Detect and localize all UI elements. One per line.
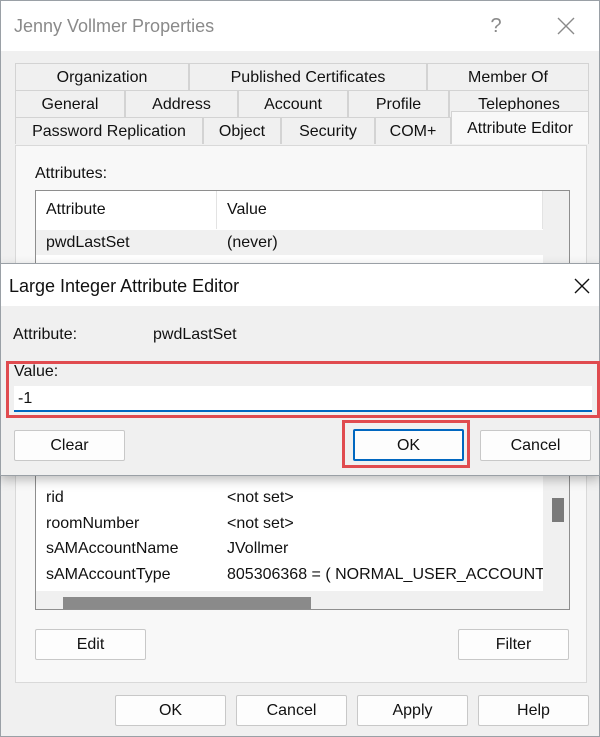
close-icon[interactable] <box>551 11 581 41</box>
filter-button[interactable]: Filter <box>458 629 569 660</box>
attribute-value: JVollmer <box>227 540 289 557</box>
attribute-value: 805306368 = ( NORMAL_USER_ACCOUNT <box>227 566 543 583</box>
attribute-name: pwdLastSet <box>46 234 130 251</box>
tab-attribute-editor[interactable]: Attribute Editor <box>451 111 589 144</box>
help-button[interactable]: Help <box>478 695 589 726</box>
attribute-name: roomNumber <box>46 515 140 532</box>
attributes-label: Attributes: <box>35 165 108 182</box>
tab-published-certificates[interactable]: Published Certificates <box>189 63 427 90</box>
tab-general[interactable]: General <box>15 90 125 117</box>
tab-com-plus[interactable]: COM+ <box>375 117 451 144</box>
help-icon[interactable]: ? <box>483 13 509 39</box>
attribute-name-value: pwdLastSet <box>153 326 237 343</box>
value-field-highlight <box>6 361 600 418</box>
horizontal-scrollbar[interactable] <box>36 591 543 609</box>
close-icon[interactable] <box>569 273 595 299</box>
column-header-attribute[interactable]: Attribute <box>36 191 217 229</box>
table-row[interactable]: sAMAccountType 805306368 = ( NORMAL_USER… <box>36 562 543 587</box>
attribute-name: sAMAccountType <box>46 566 171 583</box>
table-row[interactable]: roomNumber <not set> <box>36 511 543 536</box>
attribute-label: Attribute: <box>13 326 78 343</box>
ok-button-highlight <box>342 420 470 468</box>
cancel-button[interactable]: Cancel <box>236 695 347 726</box>
dialog-title-bar: Large Integer Attribute Editor <box>1 264 599 306</box>
attribute-value: <not set> <box>227 515 294 532</box>
clear-button[interactable]: Clear <box>14 430 125 461</box>
tab-address[interactable]: Address <box>125 90 238 117</box>
tab-security[interactable]: Security <box>281 117 375 144</box>
apply-button[interactable]: Apply <box>357 695 468 726</box>
window-title: Jenny Vollmer Properties <box>14 16 215 36</box>
attribute-value: <not set> <box>227 489 294 506</box>
tab-password-replication[interactable]: Password Replication <box>15 117 203 144</box>
ok-button[interactable]: OK <box>115 695 226 726</box>
scrollbar-thumb[interactable] <box>552 498 564 522</box>
table-row[interactable]: rid <not set> <box>36 485 543 510</box>
attribute-value: (never) <box>227 234 278 251</box>
tab-object[interactable]: Object <box>203 117 281 144</box>
tab-profile[interactable]: Profile <box>348 90 449 117</box>
dialog-title: Large Integer Attribute Editor <box>9 276 240 296</box>
tab-member-of[interactable]: Member Of <box>427 63 589 90</box>
edit-button[interactable]: Edit <box>35 629 146 660</box>
table-row[interactable]: sAMAccountName JVollmer <box>36 536 543 561</box>
scrollbar-thumb[interactable] <box>63 597 311 609</box>
table-row[interactable]: pwdLastSet (never) <box>36 230 543 255</box>
attribute-name: rid <box>46 489 64 506</box>
tab-organization[interactable]: Organization <box>15 63 189 90</box>
tab-account[interactable]: Account <box>238 90 348 117</box>
dialog-cancel-button[interactable]: Cancel <box>480 430 591 461</box>
column-header-value[interactable]: Value <box>217 191 543 229</box>
title-bar: Jenny Vollmer Properties ? <box>1 1 599 51</box>
attribute-name: sAMAccountName <box>46 540 179 557</box>
